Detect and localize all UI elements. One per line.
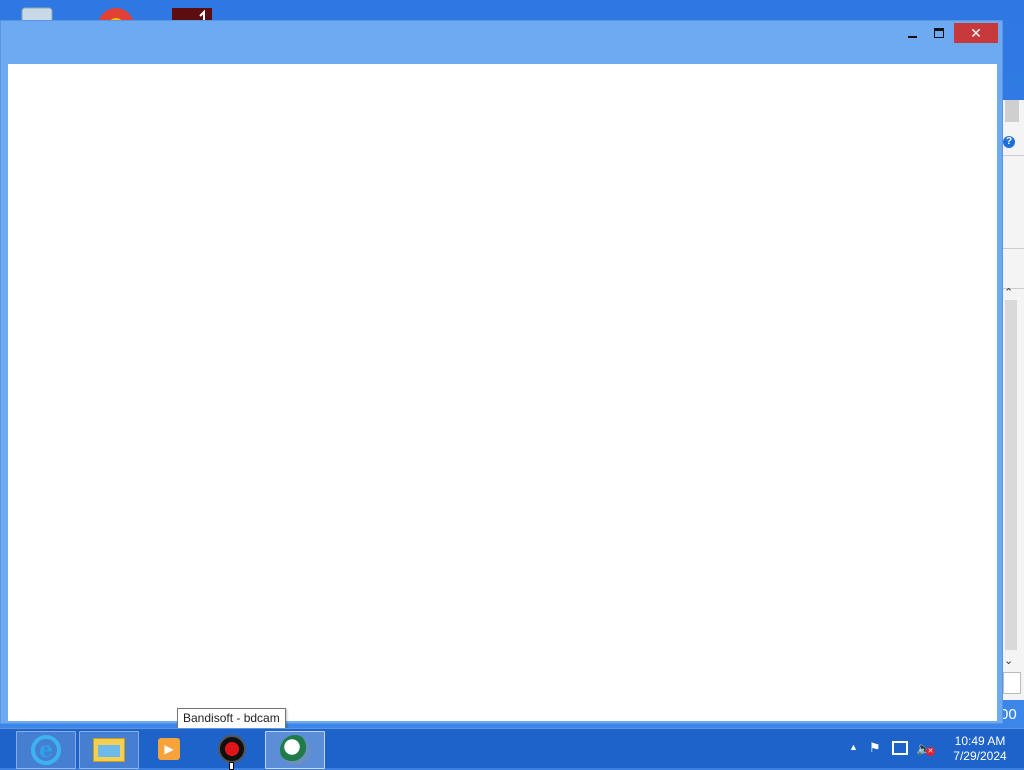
taskbar: e ▶ ▲ ⚑ 🔈 ✕ 10:49 AM 7/29/2024	[0, 728, 1024, 769]
window-content-area[interactable]	[8, 64, 997, 721]
close-button[interactable]: ✕	[954, 23, 998, 43]
maximize-icon	[934, 28, 944, 38]
app-globe-icon	[280, 735, 310, 765]
folder-icon	[93, 738, 125, 762]
divider	[1001, 155, 1024, 156]
main-window[interactable]: ✕	[0, 20, 1003, 724]
scrollbar-thumb[interactable]	[1005, 100, 1019, 122]
show-hidden-icons-button[interactable]: ▲	[849, 742, 858, 752]
close-icon: ✕	[970, 24, 982, 41]
taskbar-active-app-button[interactable]	[265, 731, 325, 769]
minimize-button[interactable]	[901, 23, 923, 43]
clock-date: 7/29/2024	[953, 749, 1007, 763]
chevron-down-icon[interactable]: ⌄	[1004, 654, 1013, 667]
taskbar-tooltip: Bandisoft - bdcam	[177, 708, 286, 729]
window-titlebar[interactable]: ✕	[1, 21, 1002, 63]
partial-field[interactable]	[1003, 672, 1021, 694]
divider	[1001, 248, 1024, 249]
chevron-up-icon[interactable]: ⌃	[1004, 286, 1013, 299]
maximize-button[interactable]	[927, 23, 951, 43]
system-tray: ▲ ⚑ 🔈 ✕ 10:49 AM 7/29/2024	[834, 729, 1024, 769]
network-icon[interactable]	[892, 741, 908, 755]
mute-indicator-icon: ✕	[926, 747, 935, 756]
action-center-flag-icon[interactable]: ⚑	[869, 740, 883, 756]
media-player-icon: ▶	[158, 738, 180, 760]
internet-explorer-icon: e	[31, 735, 61, 765]
clock-time: 10:49 AM	[954, 734, 1006, 748]
record-icon	[218, 735, 246, 763]
background-window-edge: ? ⌃ ⌄	[1000, 100, 1024, 700]
taskbar-media-player-button[interactable]: ▶	[140, 731, 198, 767]
help-icon[interactable]: ?	[1003, 136, 1015, 148]
taskbar-file-explorer-button[interactable]	[79, 731, 139, 769]
mouse-cursor-icon	[229, 762, 234, 770]
minimize-icon	[907, 36, 917, 38]
clock[interactable]: 10:49 AM 7/29/2024	[944, 734, 1016, 764]
taskbar-internet-explorer-button[interactable]: e	[16, 731, 76, 769]
scrollbar-track[interactable]	[1005, 300, 1017, 650]
